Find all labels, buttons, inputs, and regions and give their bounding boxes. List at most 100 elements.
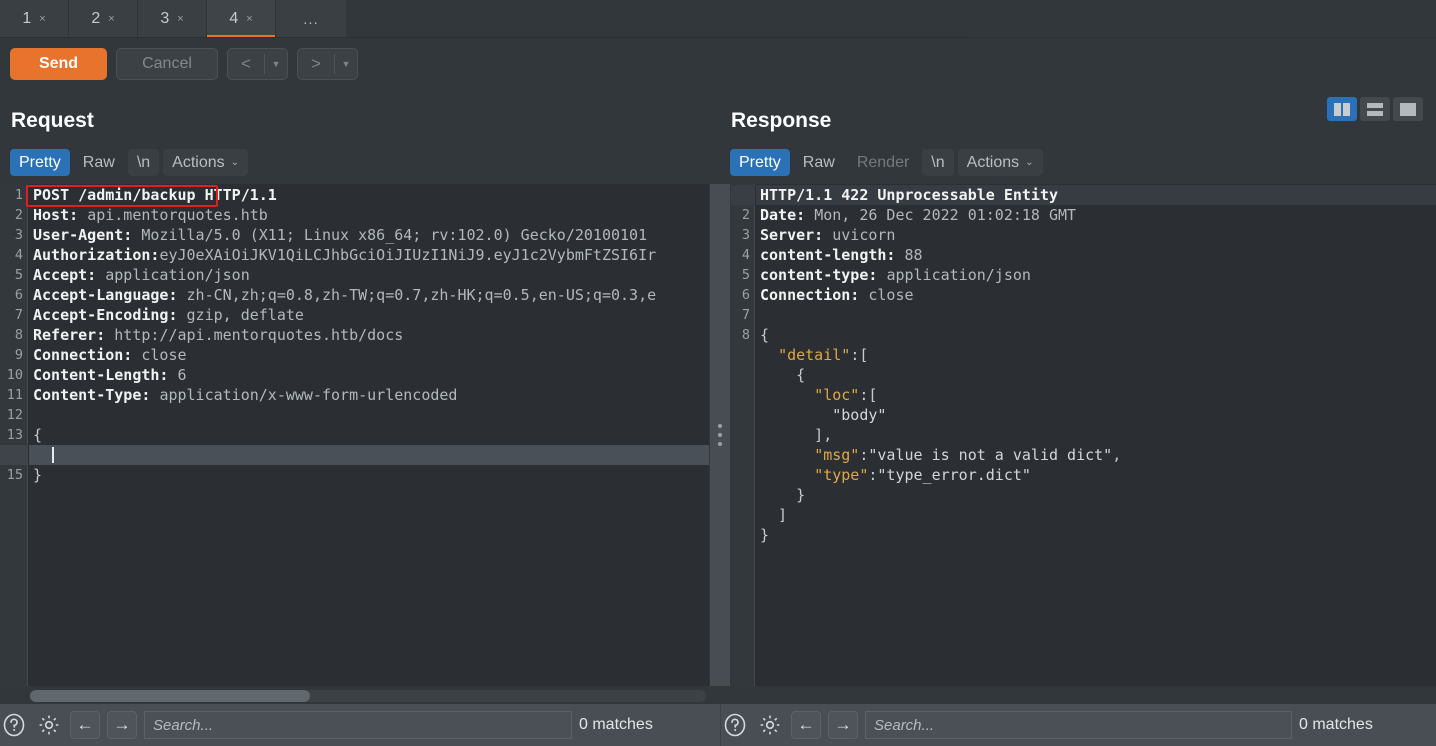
code-line[interactable]: POST /admin/backup HTTP/1.1 xyxy=(33,185,277,205)
response-editor[interactable]: 12345678 HTTP/1.1 422 Unprocessable Enti… xyxy=(731,184,1436,686)
request-editor[interactable]: 123456789101112131415 POST /admin/backup… xyxy=(0,184,709,686)
line-number: 8 xyxy=(741,327,750,343)
code-token: "loc" xyxy=(814,386,860,404)
response-actions-menu[interactable]: Actions ⌄ xyxy=(957,149,1043,176)
chevron-right-icon: > xyxy=(311,54,321,73)
code-token: application/json xyxy=(105,266,250,284)
code-line[interactable]: Accept-Encoding: gzip, deflate xyxy=(33,305,304,325)
code-token: "type" xyxy=(814,466,869,484)
request-actions-menu[interactable]: Actions ⌄ xyxy=(163,149,249,176)
code-token: close xyxy=(141,346,187,364)
close-icon[interactable]: × xyxy=(177,13,183,25)
code-line[interactable]: User-Agent: Mozilla/5.0 (X11; Linux x86_… xyxy=(33,225,647,245)
code-line[interactable]: ] xyxy=(760,505,787,525)
close-icon[interactable]: × xyxy=(108,13,114,25)
line-number: 7 xyxy=(741,307,750,323)
response-search-input[interactable] xyxy=(865,711,1292,739)
code-line[interactable]: ], xyxy=(760,425,832,445)
code-line[interactable]: } xyxy=(760,525,769,545)
code-line[interactable]: "detail":[ xyxy=(760,345,868,365)
code-line[interactable]: Authorization:eyJ0eXAiOiJKV1QiLCJhbGciOi… xyxy=(33,245,656,265)
code-line[interactable]: "msg":"value is not a valid dict", xyxy=(760,445,1121,465)
tab-strip-filler xyxy=(346,0,1436,38)
code-line[interactable]: Host: api.mentorquotes.htb xyxy=(33,205,268,225)
pane-splitter[interactable] xyxy=(710,184,730,686)
code-line[interactable]: Connection: close xyxy=(760,285,914,305)
close-icon[interactable]: × xyxy=(39,13,45,25)
gear-icon[interactable] xyxy=(756,711,784,739)
response-code-lines[interactable]: HTTP/1.1 422 Unprocessable Entity Date: M… xyxy=(756,184,1436,686)
request-line-number-gutter: 123456789101112131415 xyxy=(0,184,28,686)
code-line[interactable]: Referer: http://api.mentorquotes.htb/doc… xyxy=(33,325,403,345)
code-line[interactable]: Accept: application/json xyxy=(33,265,250,285)
repeater-tab-3[interactable]: 3 × xyxy=(138,0,207,38)
help-icon[interactable] xyxy=(0,711,28,739)
code-line[interactable]: "body" xyxy=(760,405,886,425)
code-line[interactable]: } xyxy=(33,465,42,485)
chevron-down-icon[interactable]: ▼ xyxy=(335,49,357,79)
code-token: uvicorn xyxy=(832,226,896,244)
code-token: HTTP/1.1 422 Unprocessable Entity xyxy=(760,186,1059,204)
response-tab-pretty[interactable]: Pretty xyxy=(730,149,790,176)
request-view-tabs: Pretty Raw \n Actions ⌄ xyxy=(10,149,249,176)
code-line[interactable]: Server: uvicorn xyxy=(760,225,895,245)
tab-label: 4 xyxy=(229,10,239,27)
code-token: api.mentorquotes.htb xyxy=(87,206,268,224)
code-token: 88 xyxy=(904,246,923,264)
response-tab-raw[interactable]: Raw xyxy=(794,149,844,176)
request-tab-raw[interactable]: Raw xyxy=(74,149,124,176)
search-prev-button[interactable]: ← xyxy=(791,711,821,739)
code-line[interactable]: "type":"type_error.dict" xyxy=(760,465,1031,485)
request-code-lines[interactable]: POST /admin/backup HTTP/1.1 Host: api.men… xyxy=(29,184,709,686)
repeater-tab-1[interactable]: 1 × xyxy=(0,0,69,38)
search-next-button[interactable]: → xyxy=(828,711,858,739)
scrollbar-thumb[interactable] xyxy=(30,690,310,702)
vertical-split-layout-button[interactable] xyxy=(1327,97,1357,121)
horizontal-split-layout-button[interactable] xyxy=(1360,97,1390,121)
repeater-tab-overflow[interactable]: ... xyxy=(276,0,346,38)
line-number: 1 xyxy=(14,187,23,203)
code-token: eyJ0eXAiOiJKV1QiLCJhbGciOiJIUzI1NiJ9.eyJ… xyxy=(159,246,657,264)
forward-history-button[interactable]: > ▼ xyxy=(297,48,358,80)
repeater-tab-2[interactable]: 2 × xyxy=(69,0,138,38)
chevron-down-icon[interactable]: ▼ xyxy=(265,49,287,79)
search-next-button[interactable]: → xyxy=(107,711,137,739)
code-line[interactable]: HTTP/1.1 422 Unprocessable Entity xyxy=(760,185,1058,205)
code-line[interactable]: Content-Length: 6 xyxy=(33,365,187,385)
code-line[interactable]: content-length: 88 xyxy=(760,245,923,265)
request-search-input[interactable] xyxy=(144,711,572,739)
code-token: Host: xyxy=(33,206,88,224)
code-token: close xyxy=(868,286,914,304)
code-line[interactable]: "loc":[ xyxy=(760,385,877,405)
send-button[interactable]: Send xyxy=(10,48,107,80)
response-tab-render: Render xyxy=(856,153,910,171)
response-search-bar: ← → 0 matches xyxy=(720,704,1436,746)
code-line[interactable]: { xyxy=(760,325,769,345)
code-line[interactable]: content-type: application/json xyxy=(760,265,1031,285)
cancel-button: Cancel xyxy=(116,48,218,80)
request-tab-pretty[interactable]: Pretty xyxy=(10,149,70,176)
close-icon[interactable]: × xyxy=(246,13,252,25)
request-tab-newline[interactable]: \n xyxy=(127,149,160,176)
code-line[interactable]: Accept-Language: zh-CN,zh;q=0.8,zh-TW;q=… xyxy=(33,285,656,305)
gear-icon[interactable] xyxy=(35,711,63,739)
request-horizontal-scrollbar[interactable] xyxy=(30,690,706,702)
single-pane-layout-button[interactable] xyxy=(1393,97,1423,121)
response-actions-label: Actions xyxy=(966,153,1020,171)
help-icon[interactable] xyxy=(721,711,749,739)
code-line[interactable]: } xyxy=(760,485,805,505)
code-line[interactable]: Connection: close xyxy=(33,345,187,365)
code-token: Connection: xyxy=(760,286,869,304)
response-tab-newline[interactable]: \n xyxy=(922,149,954,176)
code-token: Server: xyxy=(760,226,833,244)
search-prev-button[interactable]: ← xyxy=(70,711,100,739)
code-line[interactable]: { xyxy=(760,365,805,385)
code-token: Accept-Language: xyxy=(33,286,187,304)
code-line[interactable]: Content-Type: application/x-www-form-url… xyxy=(33,385,457,405)
code-line[interactable]: { xyxy=(33,425,42,445)
back-history-button[interactable]: < ▼ xyxy=(227,48,288,80)
code-line[interactable]: Date: Mon, 26 Dec 2022 01:02:18 GMT xyxy=(760,205,1076,225)
repeater-tab-4[interactable]: 4 × xyxy=(207,0,276,38)
line-number: 4 xyxy=(14,247,23,263)
